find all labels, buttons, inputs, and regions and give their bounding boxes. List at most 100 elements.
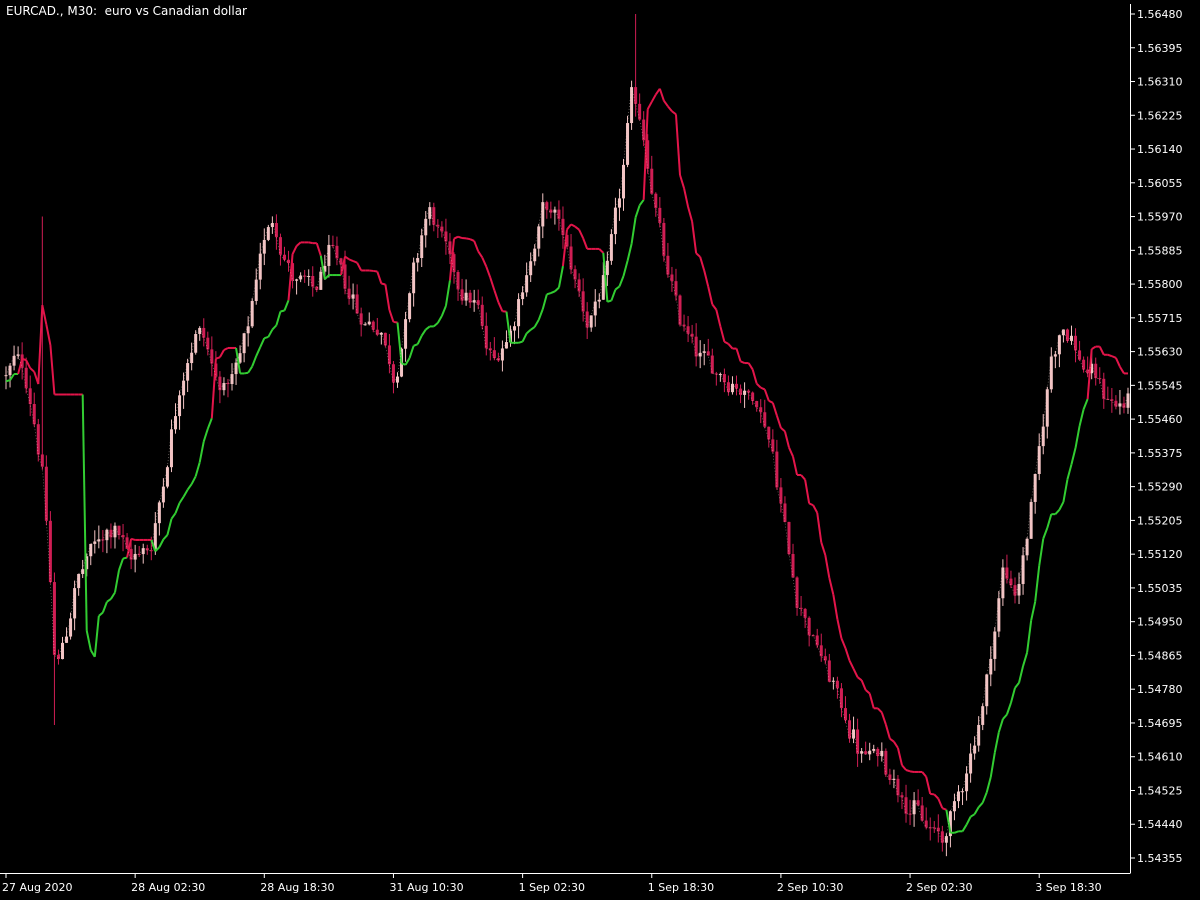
candle (174, 403, 178, 434)
candle-body (1082, 359, 1086, 370)
candle (496, 352, 500, 362)
candle (145, 544, 149, 555)
trend-line-down-segment (1098, 346, 1105, 356)
candle-body (36, 424, 40, 455)
trend-line-down-segment (771, 402, 778, 416)
candle (876, 747, 880, 767)
candle (932, 821, 936, 833)
trend-line-up-segment (5, 379, 11, 383)
candle (210, 336, 214, 377)
candle (557, 200, 561, 231)
candle (880, 742, 884, 762)
candle-body (545, 202, 549, 210)
candle-body (884, 750, 888, 775)
trend-line-up-segment (1005, 702, 1012, 715)
candle (335, 236, 339, 266)
candle-body (165, 467, 169, 487)
candle-body (278, 237, 282, 255)
trend-line-up-segment (989, 752, 996, 778)
trend-line-up-segment (1002, 713, 1008, 720)
candle (529, 252, 533, 283)
candle-body (40, 454, 44, 467)
trend-line-down-segment (384, 284, 391, 311)
candle (1037, 433, 1041, 481)
trend-line-up-segment (243, 371, 249, 375)
candle (1069, 325, 1073, 345)
candle-body (504, 342, 508, 349)
trend-line-down-segment (674, 114, 682, 176)
candle (952, 793, 956, 821)
candle-body (391, 364, 395, 383)
candle (521, 286, 525, 306)
trend-line-up-segment (626, 243, 633, 262)
trend-line-up-segment (1030, 601, 1037, 621)
trend-line-up-segment (614, 285, 621, 291)
candle (747, 389, 751, 400)
candle (472, 289, 476, 312)
candle (262, 228, 266, 266)
trend-line-down-segment (715, 309, 722, 327)
trend-line-up-segment (970, 813, 976, 818)
trend-line-down-segment (760, 386, 766, 391)
trend-line-down-segment (695, 252, 701, 258)
candle-body (24, 367, 28, 389)
trend-line-up-segment (190, 475, 197, 485)
trend-line-up-segment (101, 601, 108, 613)
candle (416, 253, 420, 272)
trend-line-down-segment (941, 807, 947, 811)
candle (440, 221, 444, 238)
candle (234, 358, 238, 385)
candle (287, 250, 291, 272)
trend-line-down-segment (816, 512, 823, 543)
trend-line-up-segment (985, 776, 992, 793)
trend-line-down-segment (582, 237, 589, 250)
candle-body (706, 351, 710, 356)
candle (710, 348, 714, 374)
trend-line-up-segment (170, 512, 177, 520)
candle-body (1102, 378, 1106, 399)
candle (678, 294, 682, 327)
trend-line-down-segment (45, 324, 52, 346)
candle (916, 789, 920, 807)
candle (311, 266, 315, 297)
trend-line-down-segment (828, 577, 835, 596)
trend-line-down-segment (687, 206, 694, 222)
candle-body (161, 486, 165, 503)
candle-body (654, 193, 658, 208)
candle-body (674, 281, 678, 296)
candle-body (1069, 335, 1073, 341)
candle (791, 543, 795, 578)
candle (609, 229, 613, 265)
candle (202, 318, 206, 347)
candle-body (339, 258, 343, 265)
candle-body (589, 315, 593, 328)
trend-line-down-segment (844, 647, 851, 661)
candle-body (210, 349, 214, 364)
candle-body (1094, 363, 1098, 379)
candle (299, 272, 303, 283)
trend-line-down-segment (763, 389, 770, 402)
trend-line-down-segment (930, 792, 935, 796)
candle-body (807, 617, 811, 636)
candle-body (77, 573, 81, 589)
trend-line-up-segment (965, 816, 972, 826)
candle (432, 202, 436, 232)
y-tick-label: 1.55290 (1137, 481, 1183, 494)
trend-line-up-segment (174, 502, 181, 514)
candle-body (129, 548, 133, 560)
candle (908, 799, 912, 826)
y-tick-label: 1.54440 (1137, 818, 1183, 831)
candle (940, 825, 944, 852)
candle-body (440, 226, 444, 232)
candle (561, 206, 565, 249)
candle-body (904, 797, 908, 814)
candle-body (408, 293, 412, 320)
trend-line-down-segment (295, 241, 302, 247)
candle (835, 676, 839, 699)
candle (436, 219, 440, 239)
candle (460, 278, 464, 305)
trend-line-up-segment (271, 324, 278, 331)
candle (1001, 559, 1005, 606)
candle-body (464, 292, 468, 301)
candle (492, 337, 496, 361)
